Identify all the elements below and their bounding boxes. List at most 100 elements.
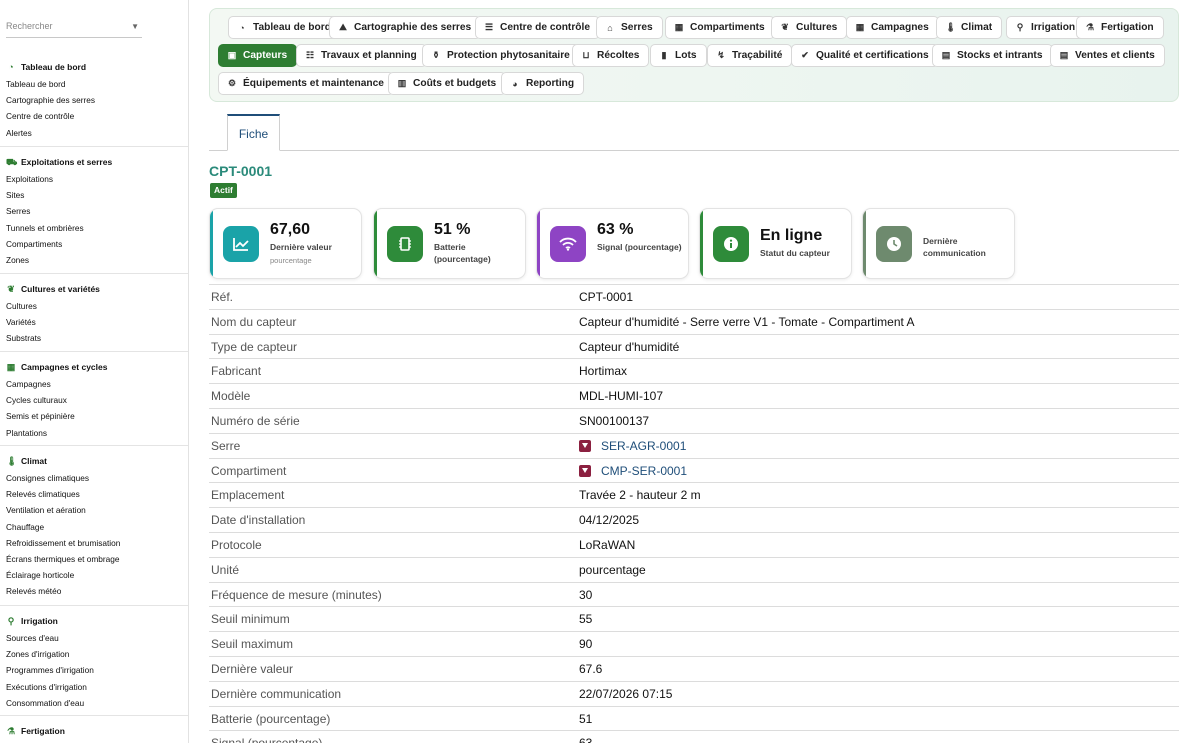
sidebar-item[interactable]: Relevés climatiques	[0, 486, 188, 502]
module-label: Campagnes	[871, 22, 929, 33]
sidebar-item[interactable]: Zones	[0, 252, 188, 268]
sidebar-section-header[interactable]: ❦ Cultures et variétés	[0, 280, 188, 298]
sidebar: Rechercher ▼ ◔ Tableau de bord Tableau de …	[0, 0, 189, 743]
sidebar-item[interactable]: Centre de contrôle	[0, 108, 188, 124]
detail-row: Fréquence de mesure (minutes) 30	[209, 581, 1179, 607]
detail-row: Seuil minimum 55	[209, 606, 1179, 631]
module-cultures-button[interactable]: ❦ Cultures	[771, 16, 848, 39]
sidebar-item[interactable]: Semis et pépinière	[0, 408, 188, 424]
module-irrigation-button[interactable]: ⚲ Irrigation	[1006, 16, 1086, 39]
module-travaux-et-planning-button[interactable]: ☷ Travaux et planning	[296, 44, 427, 67]
sidebar-section: ⚲ Irrigation Sources d'eau Zones d'irrigati…	[0, 605, 188, 711]
chevron-down-icon[interactable]: ▼	[131, 22, 139, 31]
sidebar-item[interactable]: Écrans thermiques et ombrage	[0, 551, 188, 567]
sidebar-section-header[interactable]: ⚗ Fertigation	[0, 722, 188, 740]
sidebar-item[interactable]: Variétés	[0, 314, 188, 330]
dashboard-icon: ◔	[239, 22, 245, 33]
module-label: Traçabilité	[732, 50, 783, 61]
battery-chip-icon	[387, 226, 423, 262]
module-compartiments-button[interactable]: ▦ Compartiments	[665, 16, 775, 39]
module-lots-button[interactable]: ▮ Lots	[650, 44, 707, 67]
sidebar-item[interactable]: Zones d'irrigation	[0, 646, 188, 662]
kpi-card: 51 % Batterie (pourcentage)	[373, 208, 526, 279]
search-placeholder: Rechercher	[6, 21, 53, 31]
detail-row: Protocole LoRaWAN	[209, 531, 1179, 557]
sidebar-section-header[interactable]: ⚲ Irrigation	[0, 612, 188, 630]
sidebar-item[interactable]: Campagnes	[0, 376, 188, 392]
detail-link[interactable]: SER-AGR-0001	[579, 434, 686, 458]
module-r-coltes-button[interactable]: ⊔ Récoltes	[572, 44, 650, 67]
module-capteurs-button[interactable]: ▣ Capteurs	[218, 44, 298, 67]
kpi-sub: pourcentage	[270, 256, 312, 265]
module-label: Irrigation	[1031, 22, 1076, 33]
sidebar-item[interactable]: Serres	[0, 203, 188, 219]
sidebar-item[interactable]: Programmes d'irrigation	[0, 662, 188, 678]
module-label: Équipements et maintenance	[243, 78, 384, 89]
sidebar-item[interactable]: Exploitations	[0, 171, 188, 187]
module-co-ts-et-budgets-button[interactable]: ▥ Coûts et budgets	[388, 72, 507, 95]
module-campagnes-button[interactable]: ▦ Campagnes	[846, 16, 939, 39]
sidebar-item[interactable]: Tableau de bord	[0, 76, 188, 92]
module-tableau-de-bord-button[interactable]: ◔ Tableau de bord	[228, 16, 341, 39]
invoice-icon: ▤	[1059, 50, 1069, 60]
sidebar-section-header[interactable]: ◔ Tableau de bord	[0, 58, 188, 76]
detail-row: Modèle MDL-HUMI-107	[209, 383, 1179, 408]
detail-value: 51	[579, 711, 593, 726]
detail-link[interactable]: CMP-SER-0001	[579, 459, 687, 483]
tab-fiche[interactable]: Fiche	[227, 114, 280, 151]
sidebar-item[interactable]: Cycles culturaux	[0, 392, 188, 408]
module-centre-de-contr-le-button[interactable]: ☰ Centre de contrôle	[475, 16, 601, 39]
detail-key: Date d'installation	[211, 513, 306, 528]
sidebar-item[interactable]: Tunnels et ombrières	[0, 220, 188, 236]
module-qualit-et-certifications-button[interactable]: ✔ Qualité et certifications	[791, 44, 939, 67]
detail-link-text[interactable]: SER-AGR-0001	[601, 439, 686, 453]
sidebar-item[interactable]: Consignes climatiques	[0, 470, 188, 486]
module-stocks-et-intrants-button[interactable]: ▤ Stocks et intrants	[932, 44, 1053, 67]
detail-value: 22/07/2026 07:15	[579, 686, 673, 701]
sidebar-item[interactable]: Sources d'eau	[0, 630, 188, 646]
module-ventes-et-clients-button[interactable]: ▤ Ventes et clients	[1050, 44, 1165, 67]
sidebar-section: ▦ Campagnes et cycles Campagnes Cycles cult…	[0, 351, 188, 441]
module-label: Coûts et budgets	[413, 78, 497, 89]
sidebar-item[interactable]: Alertes	[0, 125, 188, 141]
wifi-icon	[550, 226, 586, 262]
module-cartographie-des-serres-button[interactable]: ⛰ Cartographie des serres	[329, 16, 482, 39]
detail-link-text[interactable]: CMP-SER-0001	[601, 464, 687, 478]
sidebar-item[interactable]: Exécutions d'irrigation	[0, 679, 188, 695]
sidebar-item[interactable]: Sites	[0, 187, 188, 203]
search-input[interactable]: Rechercher ▼	[6, 18, 142, 38]
sidebar-item[interactable]: Plantations	[0, 425, 188, 441]
module-climat-button[interactable]: 🌡 Climat	[936, 16, 1003, 39]
flask-icon: ⚗	[6, 726, 16, 736]
sidebar-item[interactable]: Consommation d'eau	[0, 695, 188, 711]
sidebar-item[interactable]: Ventilation et aération	[0, 502, 188, 518]
module-label: Travaux et planning	[321, 50, 417, 61]
sidebar-section-header[interactable]: 🌡 Climat	[0, 452, 188, 470]
sidebar-section-header[interactable]: ⛟ Exploitations et serres	[0, 153, 188, 171]
sidebar-section-header[interactable]: ▦ Campagnes et cycles	[0, 358, 188, 376]
detail-value: MDL-HUMI-107	[579, 389, 664, 404]
sidebar-section-title: Cultures et variétés	[21, 284, 100, 294]
module-tra-abilit--button[interactable]: ↯ Traçabilité	[707, 44, 793, 67]
module-serres-button[interactable]: ⌂ Serres	[596, 16, 663, 39]
sidebar-item[interactable]: Cartographie des serres	[0, 92, 188, 108]
sidebar-item[interactable]: Refroidissement et brumisation	[0, 535, 188, 551]
kpi-text: 51 % Batterie (pourcentage)	[434, 221, 524, 265]
sidebar-item[interactable]: Éclairage horticole	[0, 567, 188, 583]
module--quipements-et-maintenance-button[interactable]: ⚙ Équipements et maintenance	[218, 72, 394, 95]
detail-row: Dernière valeur 67.6	[209, 655, 1179, 681]
module-fertigation-button[interactable]: ⚗ Fertigation	[1076, 16, 1164, 39]
thermometer-icon: 🌡	[945, 22, 957, 32]
module-protection-phytosanitaire-button[interactable]: ⚱ Protection phytosanitaire	[422, 44, 580, 67]
sidebar-section: ◔ Tableau de bord Tableau de bord Cartograp…	[0, 52, 188, 141]
sidebar-item[interactable]: Chauffage	[0, 519, 188, 535]
sidebar-item[interactable]: Substrats	[0, 330, 188, 346]
sidebar-item[interactable]: Cultures	[0, 298, 188, 314]
sidebar-item[interactable]: Relevés météo	[0, 583, 188, 599]
sidebar-item[interactable]: Compartiments	[0, 236, 188, 252]
sidebar-section: ⛟ Exploitations et serres Exploitations Sit…	[0, 146, 188, 268]
sidebar-section-title: Exploitations et serres	[21, 157, 113, 167]
module-reporting-button[interactable]: ◕ Reporting	[501, 72, 585, 95]
sidebar-section: ⚗FertigationRecettes de fertigation	[0, 715, 188, 743]
sidebar-section-title: Tableau de bord	[21, 62, 87, 72]
